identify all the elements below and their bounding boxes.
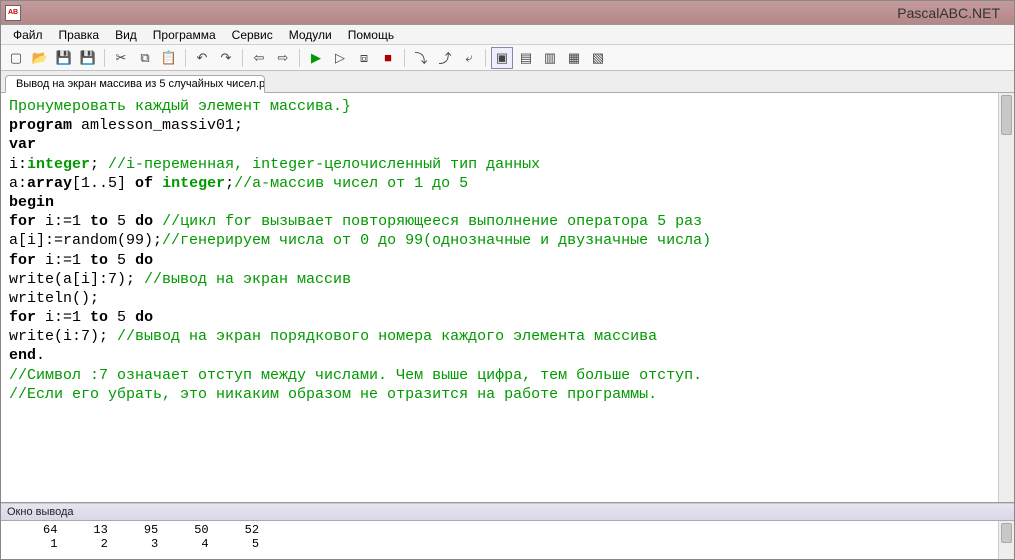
nav-back-icon[interactable]: ⇦ [248,47,270,69]
window-icon[interactable]: ▣ [491,47,513,69]
menu-file[interactable]: Файл [5,26,51,44]
step-over-icon[interactable]: ⤴ [434,47,456,69]
code-type: integer [162,175,225,192]
cut-icon[interactable]: ✂ [110,47,132,69]
code-kw: do [135,213,153,230]
code-kw: to [90,213,108,230]
code-kw: begin [9,194,54,211]
code-text: amlesson_massiv01; [72,117,243,134]
code-comment: //Если его убрать, это никаким образом н… [9,386,657,403]
separator-icon [242,49,243,67]
editor-scrollbar[interactable] [998,93,1014,502]
save-all-icon[interactable]: 💾 [77,47,99,69]
code-kw: end [9,347,36,364]
separator-icon [404,49,405,67]
code-comment: //цикл for вызывает повторяющееся выполн… [162,213,702,230]
new-file-icon[interactable]: ▢ [5,47,27,69]
code-comment: //a-массив чисел от 1 до 5 [234,175,468,192]
app-icon: AB [5,5,21,21]
step-out-icon[interactable]: ⤶ [458,47,480,69]
separator-icon [299,49,300,67]
open-file-icon[interactable]: 📂 [29,47,51,69]
code-line: Пронумеровать каждый элемент массива.} [9,98,351,115]
output-panel[interactable]: 64 13 95 50 52 1 2 3 4 5 [1,521,1014,559]
menu-help[interactable]: Помощь [340,26,402,44]
code-content[interactable]: Пронумеровать каждый элемент массива.} p… [1,93,1014,408]
code-comment: //i-переменная, integer-целочисленный ти… [108,156,540,173]
menu-program[interactable]: Программа [145,26,224,44]
separator-icon [185,49,186,67]
code-kw: for [9,252,36,269]
output-line: 64 13 95 50 52 [7,523,259,537]
code-text: a[i]:=random(99); [9,232,162,249]
form2-icon[interactable]: ▥ [539,47,561,69]
form-icon[interactable]: ▤ [515,47,537,69]
code-kw: to [90,252,108,269]
code-type: integer [27,156,90,173]
scroll-thumb[interactable] [1001,95,1012,135]
step-into-icon[interactable]: ⤵ [410,47,432,69]
separator-icon [104,49,105,67]
code-comment: //Символ :7 означает отступ между числам… [9,367,702,384]
tabbar: Вывод на экран массива из 5 случайных чи… [1,71,1014,93]
code-comment: //генерируем числа от 0 до 99(однозначны… [162,232,711,249]
output-scrollbar[interactable] [998,521,1014,559]
code-kw: for [9,309,36,326]
code-text: [1..5] [72,175,135,192]
code-text: write(i:7); [9,328,117,345]
copy-icon[interactable]: ⧉ [134,47,156,69]
menu-service[interactable]: Сервис [224,26,281,44]
stop-icon[interactable]: ■ [377,47,399,69]
form4-icon[interactable]: ▧ [587,47,609,69]
code-text: i:=1 [36,309,90,326]
code-text: ; [90,156,108,173]
code-kw: array [27,175,72,192]
run-noinput-icon[interactable]: ▷ [329,47,351,69]
code-text: writeln(); [9,290,99,307]
separator-icon [485,49,486,67]
code-kw: for [9,213,36,230]
code-text [153,213,162,230]
code-comment: //вывод на экран массив [144,271,351,288]
code-text: ; [225,175,234,192]
code-text: i: [9,156,27,173]
save-icon[interactable]: 💾 [53,47,75,69]
output-line: 1 2 3 4 5 [7,537,259,551]
code-text: write(a[i]:7); [9,271,144,288]
code-kw: of [135,175,153,192]
code-text: 5 [108,309,135,326]
app-name: PascalABC.NET [897,5,1010,21]
paste-icon[interactable]: 📋 [158,47,180,69]
code-text: i:=1 [36,252,90,269]
redo-icon[interactable]: ↷ [215,47,237,69]
output-panel-title: Окно вывода [1,503,1014,521]
code-kw: do [135,309,153,326]
menu-modules[interactable]: Модули [281,26,340,44]
code-text: . [36,347,45,364]
menubar: Файл Правка Вид Программа Сервис Модули … [1,25,1014,45]
code-kw: var [9,136,36,153]
code-text: 5 [108,213,135,230]
scroll-thumb[interactable] [1001,523,1012,543]
run-icon[interactable]: ▶ [305,47,327,69]
form3-icon[interactable]: ▦ [563,47,585,69]
code-kw: to [90,309,108,326]
compile-icon[interactable]: ⧈ [353,47,375,69]
code-text: 5 [108,252,135,269]
code-text: i:=1 [36,213,90,230]
code-text: a: [9,175,27,192]
toolbar: ▢ 📂 💾 💾 ✂ ⧉ 📋 ↶ ↷ ⇦ ⇨ ▶ ▷ ⧈ ■ ⤵ ⤴ ⤶ ▣ ▤ … [1,45,1014,71]
code-text [153,175,162,192]
code-kw: program [9,117,72,134]
code-comment: //вывод на экран порядкового номера кажд… [117,328,657,345]
code-editor[interactable]: Пронумеровать каждый элемент массива.} p… [1,93,1014,503]
nav-fwd-icon[interactable]: ⇨ [272,47,294,69]
menu-edit[interactable]: Правка [51,26,108,44]
menu-view[interactable]: Вид [107,26,145,44]
undo-icon[interactable]: ↶ [191,47,213,69]
code-kw: do [135,252,153,269]
tab-active[interactable]: Вывод на экран массива из 5 случайных чи… [5,75,265,93]
titlebar: AB PascalABC.NET [1,1,1014,25]
